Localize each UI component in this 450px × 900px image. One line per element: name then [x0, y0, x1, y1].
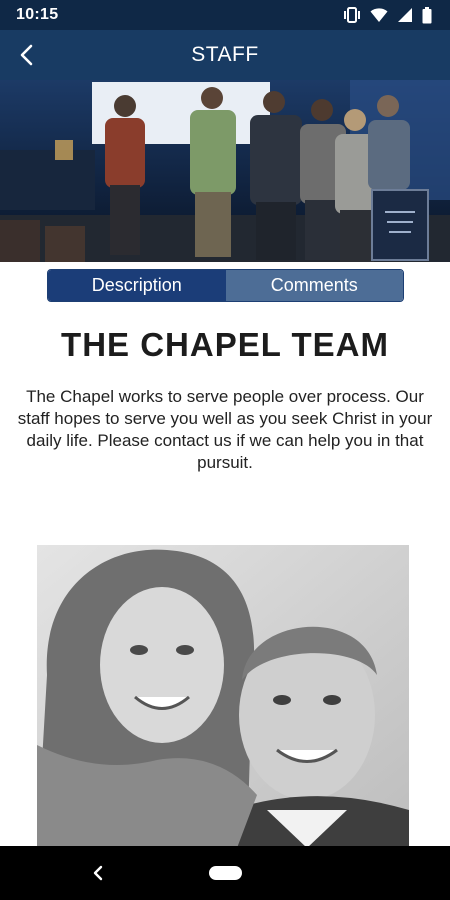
status-icons	[343, 6, 432, 24]
battery-icon	[422, 6, 432, 23]
system-nav-bar	[0, 846, 450, 900]
tab-bar: Description Comments	[47, 269, 404, 302]
team-photo-image	[0, 80, 450, 262]
section-heading: THE CHAPEL TEAM	[61, 326, 389, 363]
wifi-icon	[370, 8, 388, 22]
page-title: STAFF	[191, 43, 259, 66]
app-bar: STAFF	[0, 30, 450, 80]
nav-back-button[interactable]	[86, 861, 110, 885]
status-time: 10:15	[16, 6, 59, 23]
tab-description[interactable]: Description	[48, 270, 226, 301]
signal-icon	[398, 8, 412, 22]
team-photo	[0, 80, 450, 262]
tab-comments[interactable]: Comments	[225, 270, 403, 301]
nav-home-pill[interactable]	[209, 866, 242, 880]
nav-back-icon	[93, 865, 103, 881]
staff-couple-photo	[37, 545, 409, 848]
vibrate-icon	[344, 7, 360, 23]
status-bar: 10:15	[0, 0, 450, 30]
description-text: The Chapel works to serve people over pr…	[17, 387, 433, 472]
staff-photo-image	[37, 545, 409, 848]
